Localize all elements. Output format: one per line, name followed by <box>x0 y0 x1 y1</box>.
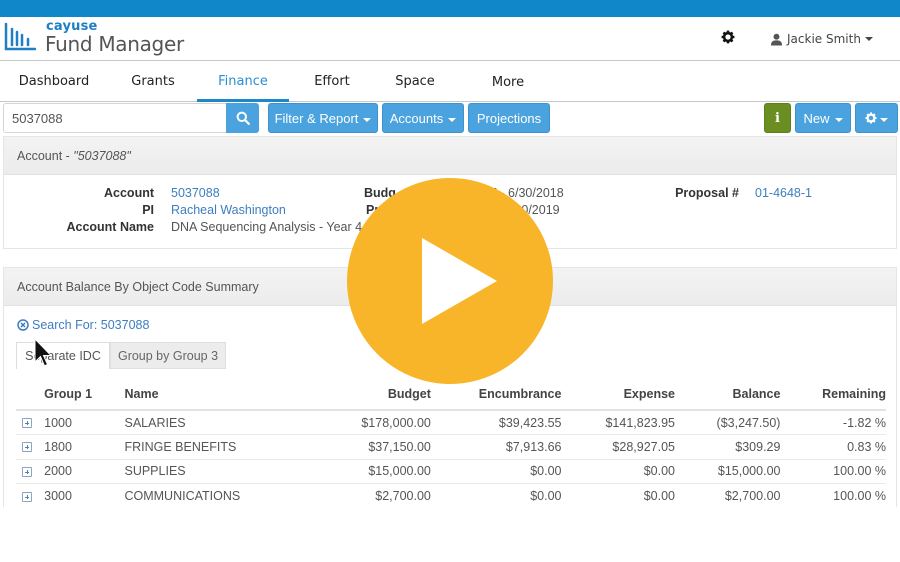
account-name-label: Account Name <box>66 220 154 234</box>
pi-label: PI <box>142 203 154 217</box>
filter-report-label: Filter & Report <box>274 111 359 126</box>
row-remaining: 100.00 % <box>780 459 886 484</box>
group-code-link[interactable]: 2000 <box>44 459 125 484</box>
column-header-remaining[interactable]: Remaining <box>780 378 886 411</box>
tab-grants[interactable]: Grants <box>113 62 193 102</box>
pi-link[interactable]: Racheal Washington <box>171 203 286 217</box>
mouse-cursor-icon <box>34 338 52 367</box>
row-name: FRINGE BENEFITS <box>124 434 276 460</box>
expand-row-icon[interactable] <box>22 491 32 502</box>
account-name-value: DNA Sequencing Analysis - Year 4 <box>171 220 363 234</box>
row-remaining: 0.83 % <box>780 434 886 460</box>
new-label: New <box>803 111 830 126</box>
user-name: Jackie Smith <box>787 32 861 46</box>
close-circle-icon <box>17 319 29 331</box>
row-balance: ($3,247.50) <box>674 410 781 435</box>
row-expense: $0.00 <box>561 459 675 484</box>
account-title-prefix: Account - <box>17 149 74 163</box>
toolbar: Filter & Report Accounts Projections i N… <box>0 102 900 134</box>
group-code-link[interactable]: 1000 <box>44 410 125 435</box>
proposal-link[interactable]: 01-4648-1 <box>755 186 812 200</box>
tab-more[interactable]: More <box>478 63 538 103</box>
user-icon <box>770 33 783 46</box>
row-encumbrance: $0.00 <box>430 459 562 484</box>
accounts-label: Accounts <box>389 111 444 126</box>
row-encumbrance: $7,913.66 <box>430 434 562 460</box>
search-for-text: Search For: 5037088 <box>32 318 150 332</box>
logo-icon <box>4 22 36 51</box>
row-budget: $178,000.00 <box>275 410 431 435</box>
gear-icon <box>721 30 735 44</box>
chevron-down-icon <box>834 117 843 122</box>
group-code-link[interactable]: 1800 <box>44 434 125 460</box>
search-button[interactable] <box>226 103 259 133</box>
video-play-button[interactable] <box>347 178 553 384</box>
expand-row-icon[interactable] <box>22 466 32 477</box>
account-panel-header: Account - "5037088" <box>4 137 896 175</box>
chevron-down-icon <box>880 117 888 122</box>
row-encumbrance: $0.00 <box>530 489 562 503</box>
search-icon <box>236 111 250 125</box>
clear-search-filter[interactable]: Search For: 5037088 <box>17 318 149 332</box>
table-row: 3000 COMMUNICATIONS $2,700.00 $0.00 $0.0… <box>16 484 886 509</box>
subtab-group-by-group-3[interactable]: Group by Group 3 <box>110 342 226 369</box>
proposal-label: Proposal # <box>675 186 739 200</box>
table-row: 1800 FRINGE BENEFITS $37,150.00 $7,913.6… <box>16 434 886 460</box>
row-remaining: 100.00 % <box>833 489 886 503</box>
chevron-down-icon <box>864 37 873 41</box>
row-encumbrance: $39,423.55 <box>430 410 562 435</box>
object-code-table: Group 1 Name Budget Encumbrance Expense … <box>16 378 886 508</box>
new-button[interactable]: New <box>795 103 851 133</box>
row-budget: $2,700.00 <box>375 489 431 503</box>
row-balance: $2,700.00 <box>724 489 781 503</box>
tab-space[interactable]: Space <box>382 62 448 102</box>
account-number-link[interactable]: 5037088 <box>171 186 220 200</box>
row-expense: $0.00 <box>643 489 675 503</box>
chevron-down-icon <box>363 117 372 122</box>
column-header-balance[interactable]: Balance <box>674 378 781 411</box>
filter-report-button[interactable]: Filter & Report <box>268 103 378 133</box>
group-code-link[interactable]: 3000 <box>44 484 124 509</box>
row-name: SUPPLIES <box>124 459 276 484</box>
column-header-group[interactable]: Group 1 <box>44 378 125 411</box>
main-nav: Dashboard Grants Finance Effort Space Mo… <box>0 62 900 102</box>
column-header-name[interactable]: Name <box>124 378 276 411</box>
column-header-expense[interactable]: Expense <box>561 378 675 411</box>
gear-icon <box>865 112 877 124</box>
row-name: COMMUNICATIONS <box>124 489 241 503</box>
row-balance: $309.29 <box>674 434 781 460</box>
info-button[interactable]: i <box>764 103 791 133</box>
expand-row-icon[interactable] <box>22 442 32 453</box>
product-name: Fund Manager <box>45 32 184 56</box>
chevron-down-icon <box>448 117 457 122</box>
subtab-separate-idc[interactable]: Separate IDC <box>16 342 110 369</box>
user-menu[interactable]: Jackie Smith <box>770 30 873 48</box>
settings-menu-button[interactable] <box>855 103 898 133</box>
row-expense: $141,823.95 <box>561 410 675 435</box>
tab-effort[interactable]: Effort <box>297 62 367 102</box>
row-budget: $37,150.00 <box>275 434 431 460</box>
row-remaining: -1.82 % <box>780 410 886 435</box>
tab-finance[interactable]: Finance <box>197 62 289 102</box>
account-title-value: "5037088" <box>73 149 131 163</box>
row-balance: $15,000.00 <box>674 459 781 484</box>
accounts-button[interactable]: Accounts <box>382 103 464 133</box>
table-row: 1000 SALARIES $178,000.00 $39,423.55 $14… <box>16 410 886 435</box>
settings-button[interactable] <box>720 30 736 46</box>
table-row: 2000 SUPPLIES $15,000.00 $0.00 $0.00 $15… <box>16 459 886 484</box>
account-label: Account <box>104 186 154 200</box>
expand-row-icon[interactable] <box>22 418 32 429</box>
projections-button[interactable]: Projections <box>468 103 550 133</box>
app-header: cayuse Fund Manager Jackie Smith <box>0 17 900 61</box>
expand-column-header <box>16 378 45 411</box>
row-expense: $28,927.05 <box>561 434 675 460</box>
top-bar <box>0 0 900 17</box>
account-search-input[interactable] <box>3 103 227 133</box>
tab-dashboard[interactable]: Dashboard <box>10 62 98 102</box>
row-name: SALARIES <box>124 410 276 435</box>
row-budget: $15,000.00 <box>275 459 431 484</box>
play-icon <box>422 238 497 324</box>
